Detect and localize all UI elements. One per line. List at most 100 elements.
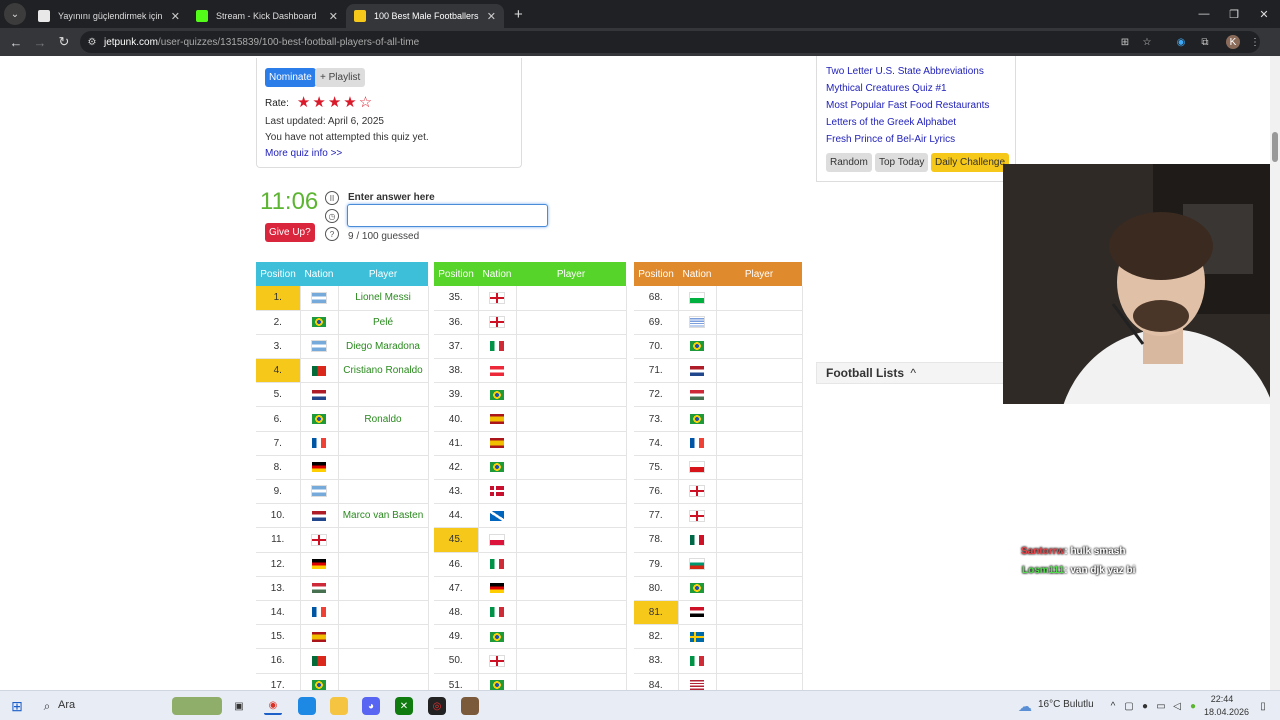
bra-flag-icon (312, 317, 326, 328)
taskbar-search-label[interactable]: Ara (58, 699, 75, 711)
position-cell: 36. (434, 310, 478, 335)
taskbar-time[interactable]: 22:44 (1204, 694, 1240, 704)
eng-flag-icon (311, 533, 327, 546)
reload-icon[interactable]: ↻ (52, 34, 76, 50)
nation-cell (299, 503, 338, 529)
daily-challenge-button[interactable]: Daily Challenge (931, 153, 1010, 172)
new-tab-icon[interactable]: + (514, 6, 523, 23)
rating-star-icon[interactable]: ★ (328, 95, 341, 110)
menu-kebab-icon[interactable]: ⋮ (1248, 35, 1262, 49)
weather-text[interactable]: 16°C Bulutlu (1038, 699, 1094, 710)
back-icon[interactable]: ← (4, 35, 28, 50)
swe-flag-icon (690, 631, 704, 642)
related-quiz-link[interactable]: Fresh Prince of Bel-Air Lyrics (826, 134, 955, 145)
tab-search-icon[interactable]: ⌄ (4, 3, 26, 25)
chat-message: Santorrw: hulk smash (1021, 546, 1125, 557)
related-quiz-link[interactable]: Letters of the Greek Alphabet (826, 117, 956, 128)
obs-icon[interactable]: ◎ (428, 697, 446, 715)
nation-cell (299, 527, 338, 553)
tab-3[interactable]: 100 Best Male Footballers of All ✕ (346, 4, 504, 28)
player-cell (337, 431, 429, 456)
table-row: 12. (256, 552, 429, 577)
rating-stars[interactable]: ★ ★ ★ ★ ☆ (297, 95, 374, 110)
file-explorer-icon[interactable] (298, 697, 316, 715)
related-quiz-link[interactable]: Mythical Creatures Quiz #1 (826, 83, 947, 94)
forward-icon[interactable]: → (28, 35, 52, 50)
nation-cell (299, 455, 338, 481)
table-row: 83. (634, 648, 803, 674)
table-row: 80. (634, 576, 803, 601)
table-row: 71. (634, 358, 803, 384)
url-field[interactable]: ⚙ jetpunk.com/user-quizzes/1315839/100-b… (80, 31, 1260, 53)
close-tab-icon[interactable]: ✕ (171, 10, 180, 23)
restore-icon[interactable]: ❐ (1218, 0, 1250, 28)
translate-icon[interactable]: ⊞ (1118, 35, 1132, 49)
table-row: 82. (634, 624, 803, 650)
pause-icon[interactable]: II (325, 191, 339, 205)
player-cell (515, 648, 627, 674)
discord-icon[interactable]: ◕ (362, 697, 380, 715)
random-button[interactable]: Random (826, 153, 872, 172)
related-quiz-link[interactable]: Most Popular Fast Food Restaurants (826, 100, 989, 111)
player-cell (337, 455, 429, 481)
search-highlight-icon[interactable] (172, 697, 222, 715)
extension-icon[interactable]: ◉ (1174, 35, 1188, 49)
search-icon[interactable]: ⌕ (38, 697, 56, 715)
give-up-button[interactable]: Give Up? (265, 223, 315, 242)
nation-cell (477, 600, 516, 626)
top-today-button[interactable]: Top Today (875, 153, 929, 172)
extensions-puzzle-icon[interactable]: ⧉ (1198, 35, 1212, 49)
nominate-button[interactable]: Nominate (265, 68, 316, 87)
position-cell: 42. (434, 455, 478, 481)
ita-flag-icon (490, 341, 504, 352)
wal-flag-icon (689, 291, 705, 304)
chat-user: Santorrw (1021, 546, 1065, 557)
bookmark-star-icon[interactable]: ☆ (1140, 35, 1154, 49)
xbox-icon[interactable]: ✕ (395, 697, 413, 715)
rating-star-icon[interactable]: ★ (343, 95, 356, 110)
table-row: 6. Ronaldo (256, 406, 429, 432)
player-cell (515, 600, 627, 626)
profile-avatar-icon[interactable]: K (1226, 35, 1240, 49)
taskbar-date[interactable]: 18.04.2026 (1204, 707, 1249, 717)
position-cell: 72. (634, 382, 678, 408)
page-scrollbar[interactable] (1270, 56, 1280, 690)
answer-input[interactable] (347, 204, 548, 227)
add-playlist-button[interactable]: + Playlist (315, 68, 366, 87)
tab-2[interactable]: Stream - Kick Dashboard ✕ (188, 4, 346, 28)
related-quiz-link[interactable]: Two Letter U.S. State Abbreviations (826, 66, 984, 77)
position-cell: 73. (634, 406, 678, 432)
table-row: 5. (256, 382, 429, 408)
more-quiz-info-link[interactable]: More quiz info >> (265, 148, 342, 159)
football-lists-header[interactable]: Football Lists ^ (816, 362, 1016, 384)
esp-flag-icon (490, 413, 504, 424)
rating-star-icon[interactable]: ☆ (359, 95, 372, 110)
nation-cell (477, 673, 516, 690)
nation-cell (299, 310, 338, 335)
rating-star-icon[interactable]: ★ (297, 95, 310, 110)
mex-flag-icon (690, 534, 704, 545)
folder-icon[interactable] (330, 697, 348, 715)
tab-1[interactable]: Yayınını güçlendirmek için en iyi ✕ (30, 4, 188, 28)
rating-star-icon[interactable]: ★ (312, 95, 325, 110)
help-icon[interactable]: ? (325, 227, 339, 241)
close-window-icon[interactable]: ✕ (1248, 0, 1280, 28)
tray-status-icon[interactable]: ● (1184, 697, 1202, 715)
close-tab-icon[interactable]: ✕ (487, 10, 496, 23)
close-tab-icon[interactable]: ✕ (329, 10, 338, 23)
player-cell (337, 624, 429, 650)
scroll-thumb[interactable] (1272, 132, 1278, 162)
site-info-icon[interactable]: ⚙ (85, 35, 99, 49)
jetpunk-favicon-icon (354, 10, 366, 22)
player-cell (337, 527, 429, 553)
chrome-icon[interactable]: ◉ (264, 697, 282, 715)
windows-start-icon[interactable]: ⊞ (8, 697, 26, 715)
weather-cloud-icon[interactable]: ☁ (1016, 697, 1034, 715)
minimize-icon[interactable]: — (1188, 0, 1220, 28)
notification-icon[interactable]: ▯ (1254, 697, 1272, 715)
nation-cell (299, 673, 338, 690)
position-cell: 6. (256, 406, 300, 432)
app-icon[interactable] (461, 697, 479, 715)
clock-icon[interactable]: ◷ (325, 209, 339, 223)
task-view-icon[interactable]: ▣ (230, 697, 248, 715)
